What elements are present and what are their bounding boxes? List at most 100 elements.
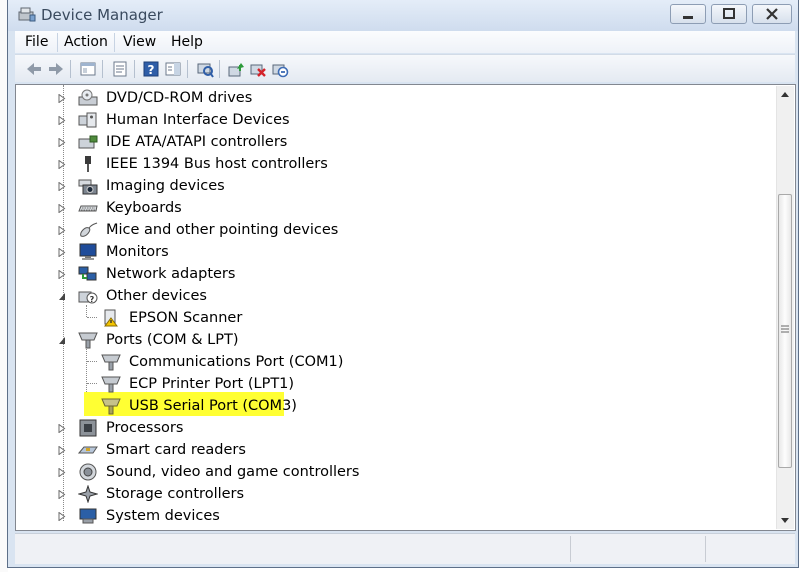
tree-item-system-devices[interactable]: System devices	[58, 505, 758, 527]
toolbar-separator	[134, 60, 135, 78]
tree-item-label: IEEE 1394 Bus host controllers	[106, 156, 328, 172]
tree-item-label: Smart card readers	[106, 442, 246, 458]
tree-item-usb-serial-port-com3[interactable]: USB Serial Port (COM3)	[58, 395, 758, 417]
ide-controller-icon	[78, 135, 98, 149]
device-manager-window: Device Manager File Action View Help ? D…	[7, 0, 799, 568]
update-driver-icon[interactable]	[227, 60, 245, 78]
help-icon[interactable]: ?	[142, 60, 160, 78]
console-tree-icon[interactable]	[79, 60, 97, 78]
minimize-button[interactable]	[670, 4, 706, 24]
expand-arrow-icon[interactable]	[58, 270, 66, 279]
tree-item-smart-card-readers[interactable]: Smart card readers	[58, 439, 758, 461]
tree-item-epson-scanner[interactable]: EPSON Scanner	[58, 307, 758, 329]
tree-item-label: Ports (COM & LPT)	[106, 332, 239, 348]
sound-icon	[79, 463, 97, 481]
expand-arrow-icon[interactable]	[58, 468, 66, 477]
expand-arrow-icon[interactable]	[58, 116, 66, 125]
ieee1394-icon	[85, 156, 91, 172]
tree-item-label: IDE ATA/ATAPI controllers	[106, 134, 288, 150]
minimize-icon	[683, 16, 693, 19]
expand-arrow-icon[interactable]	[58, 94, 66, 103]
expand-arrow-icon[interactable]	[58, 160, 66, 169]
camera-icon	[78, 179, 98, 195]
tree-item-label: Keyboards	[106, 200, 182, 216]
tree-item-ecp-printer-port-lpt1[interactable]: ECP Printer Port (LPT1)	[58, 373, 758, 395]
vertical-scrollbar[interactable]	[776, 86, 794, 529]
tree-item-mice-and-other-pointing-devices[interactable]: Mice and other pointing devices	[58, 219, 758, 241]
tree-item-label: Monitors	[106, 244, 169, 260]
tree-item-label: Mice and other pointing devices	[106, 222, 339, 238]
scroll-up-arrow-icon[interactable]	[780, 91, 790, 99]
tree-item-dvd-cd-rom-drives[interactable]: DVD/CD-ROM drives	[58, 87, 758, 109]
collapse-arrow-icon[interactable]	[58, 292, 66, 301]
hid-icon	[78, 112, 97, 128]
expand-arrow-icon[interactable]	[58, 424, 66, 433]
tree-item-label: Communications Port (COM1)	[129, 354, 344, 370]
tree-item-human-interface-devices[interactable]: Human Interface Devices	[58, 109, 758, 131]
tree-item-label: Other devices	[106, 288, 207, 304]
tree-item-label: System devices	[106, 508, 220, 524]
tree-item-sound-video-and-game-controllers[interactable]: Sound, video and game controllers	[58, 461, 758, 483]
device-tree: DVD/CD-ROM drives Human Interface Device…	[15, 84, 796, 531]
close-icon	[766, 8, 778, 20]
uninstall-icon[interactable]	[249, 60, 267, 78]
expand-arrow-icon[interactable]	[58, 138, 66, 147]
collapse-arrow-icon[interactable]	[58, 336, 66, 345]
scroll-down-arrow-icon[interactable]	[780, 516, 790, 524]
svg-text:?: ?	[90, 295, 95, 304]
port-icon	[101, 398, 121, 415]
tree-item-communications-port-com1[interactable]: Communications Port (COM1)	[58, 351, 758, 373]
tree-item-ieee-1394-bus-host-controllers[interactable]: IEEE 1394 Bus host controllers	[58, 153, 758, 175]
tree-item-other-devices[interactable]: ? Other devices	[58, 285, 758, 307]
maximize-icon	[723, 8, 735, 19]
disable-icon[interactable]	[271, 60, 289, 78]
scan-hardware-icon[interactable]	[196, 60, 214, 78]
status-divider	[705, 536, 706, 562]
menu-help[interactable]: Help	[165, 33, 209, 52]
monitor-icon	[79, 243, 97, 260]
back-icon[interactable]	[25, 60, 43, 78]
expand-arrow-icon[interactable]	[58, 248, 66, 257]
port-icon	[101, 376, 121, 393]
expand-arrow-icon[interactable]	[58, 182, 66, 191]
scrollbar-thumb[interactable]	[778, 194, 792, 468]
expand-arrow-icon[interactable]	[58, 512, 66, 521]
toolbar-separator	[219, 60, 220, 78]
forward-icon[interactable]	[47, 60, 65, 78]
expand-arrow-icon[interactable]	[58, 446, 66, 455]
tree-item-ide-ata-atapi-controllers[interactable]: IDE ATA/ATAPI controllers	[58, 131, 758, 153]
tree-item-label: DVD/CD-ROM drives	[106, 90, 253, 106]
properties-icon[interactable]	[111, 60, 129, 78]
tree-item-label: Sound, video and game controllers	[106, 464, 360, 480]
tree-item-label: ECP Printer Port (LPT1)	[129, 376, 295, 392]
menu-file[interactable]: File	[19, 33, 54, 52]
port-icon	[101, 354, 121, 371]
keyboard-icon	[78, 205, 98, 212]
tree-item-label: EPSON Scanner	[129, 310, 243, 326]
expand-arrow-icon[interactable]	[58, 204, 66, 213]
title-bar[interactable]: Device Manager	[8, 0, 798, 31]
system-icon	[79, 508, 97, 524]
unknown-device-icon: ?	[78, 291, 98, 304]
toolbar-separator	[187, 60, 188, 78]
tree-item-keyboards[interactable]: Keyboards	[58, 197, 758, 219]
mouse-icon	[80, 222, 98, 237]
window-title: Device Manager	[41, 6, 163, 24]
tree-item-monitors[interactable]: Monitors	[58, 241, 758, 263]
tree-item-ports-com-lpt[interactable]: Ports (COM & LPT)	[58, 329, 758, 351]
menu-view[interactable]: View	[117, 33, 162, 52]
toolbar-separator	[102, 60, 103, 78]
tree-item-imaging-devices[interactable]: Imaging devices	[58, 175, 758, 197]
network-adapter-icon	[78, 266, 97, 281]
tree-item-network-adapters[interactable]: Network adapters	[58, 263, 758, 285]
action-pane-icon[interactable]	[164, 60, 182, 78]
tree-item-label: Imaging devices	[106, 178, 225, 194]
tree-item-storage-controllers[interactable]: Storage controllers	[58, 483, 758, 505]
expand-arrow-icon[interactable]	[58, 490, 66, 499]
tree-item-processors[interactable]: Processors	[58, 417, 758, 439]
expand-arrow-icon[interactable]	[58, 226, 66, 235]
menu-action[interactable]: Action	[57, 33, 115, 52]
close-button[interactable]	[752, 4, 792, 24]
port-icon	[78, 332, 98, 349]
maximize-button[interactable]	[711, 4, 747, 24]
